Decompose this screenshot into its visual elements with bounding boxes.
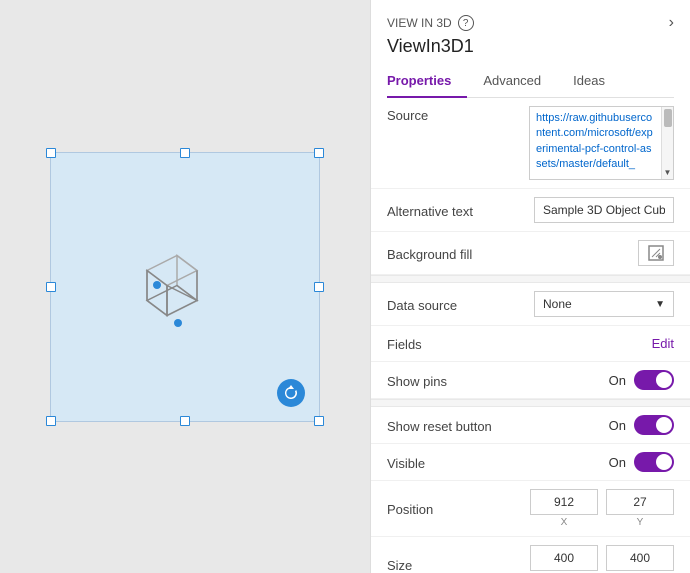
- scroll-down-arrow[interactable]: ▼: [664, 168, 672, 177]
- source-text[interactable]: https://raw.githubusercontent.com/micros…: [530, 107, 661, 179]
- cube-3d: [132, 245, 212, 328]
- show-pins-toggle[interactable]: [634, 370, 674, 390]
- show-pins-row: Show pins On: [371, 362, 690, 399]
- visible-label: Visible: [387, 454, 517, 471]
- dot-indicator-1: [153, 281, 161, 289]
- position-y-input[interactable]: [606, 489, 674, 515]
- source-value-container: https://raw.githubusercontent.com/micros…: [517, 106, 674, 180]
- help-icon[interactable]: ?: [458, 15, 474, 31]
- visible-value: On: [517, 452, 674, 472]
- background-fill-label: Background fill: [387, 245, 517, 262]
- source-row: Source https://raw.githubusercontent.com…: [371, 98, 690, 189]
- fields-value: Edit: [517, 336, 674, 351]
- visible-row: Visible On: [371, 444, 690, 481]
- size-width-group: Width: [530, 545, 598, 573]
- tab-advanced[interactable]: Advanced: [483, 67, 557, 98]
- show-pins-value: On: [517, 370, 674, 390]
- data-source-label: Data source: [387, 296, 517, 313]
- position-y-group: Y: [606, 489, 674, 528]
- visible-toggle-container: On: [609, 452, 674, 472]
- properties-content: Source https://raw.githubusercontent.com…: [371, 98, 690, 573]
- position-label: Position: [387, 500, 517, 517]
- show-pins-state: On: [609, 373, 626, 388]
- position-y-label: Y: [637, 517, 644, 528]
- background-fill-value: [517, 240, 674, 266]
- show-pins-label: Show pins: [387, 372, 517, 389]
- view-in-3d-label: VIEW IN 3D ?: [387, 15, 474, 31]
- show-reset-toggle[interactable]: [634, 415, 674, 435]
- fields-label: Fields: [387, 335, 517, 352]
- show-reset-label: Show reset button: [387, 417, 517, 434]
- tab-properties[interactable]: Properties: [387, 67, 467, 98]
- fields-row: Fields Edit: [371, 326, 690, 362]
- panel-header: VIEW IN 3D ? › ViewIn3D1 Properties Adva…: [371, 0, 690, 98]
- show-reset-row: Show reset button On: [371, 407, 690, 444]
- handle-bot-mid[interactable]: [180, 416, 190, 426]
- position-x-input[interactable]: [530, 489, 598, 515]
- chevron-right-icon[interactable]: ›: [669, 14, 674, 32]
- visible-state: On: [609, 455, 626, 470]
- view-in-3d-row: VIEW IN 3D ? ›: [387, 14, 674, 32]
- source-scrollbar[interactable]: ▼: [661, 107, 673, 179]
- handle-mid-left[interactable]: [46, 282, 56, 292]
- show-reset-value: On: [517, 415, 674, 435]
- size-height-input[interactable]: [606, 545, 674, 571]
- size-inputs: Width Height: [530, 545, 674, 573]
- fill-button[interactable]: [638, 240, 674, 266]
- handle-mid-right[interactable]: [314, 282, 324, 292]
- section-divider-2: [371, 399, 690, 407]
- canvas-area: [0, 0, 370, 573]
- handle-bot-right[interactable]: [314, 416, 324, 426]
- position-value: X Y: [517, 489, 674, 528]
- dropdown-arrow-icon: ▼: [655, 299, 665, 310]
- position-row: Position X Y: [371, 481, 690, 537]
- handle-top-right[interactable]: [314, 148, 324, 158]
- position-x-group: X: [530, 489, 598, 528]
- handle-bot-left[interactable]: [46, 416, 56, 426]
- source-label: Source: [387, 106, 517, 123]
- visible-toggle[interactable]: [634, 452, 674, 472]
- size-value: Width Height: [517, 545, 674, 573]
- show-reset-toggle-container: On: [609, 415, 674, 435]
- position-x-label: X: [561, 517, 568, 528]
- tab-ideas[interactable]: Ideas: [573, 67, 621, 98]
- alt-text-row: Alternative text: [371, 189, 690, 232]
- scrollbar-thumb: [664, 109, 672, 127]
- right-panel: VIEW IN 3D ? › ViewIn3D1 Properties Adva…: [370, 0, 690, 573]
- view-in-3d-text: VIEW IN 3D: [387, 16, 452, 30]
- show-pins-toggle-container: On: [609, 370, 674, 390]
- position-inputs: X Y: [530, 489, 674, 528]
- data-source-dropdown[interactable]: None ▼: [534, 291, 674, 317]
- handle-top-left[interactable]: [46, 148, 56, 158]
- fields-edit-link[interactable]: Edit: [652, 336, 674, 351]
- size-row: Size Width Height: [371, 537, 690, 573]
- rotate-handle[interactable]: [277, 379, 305, 407]
- handle-top-mid[interactable]: [180, 148, 190, 158]
- fill-icon: [647, 244, 665, 262]
- data-source-selected: None: [543, 297, 572, 311]
- data-source-value: None ▼: [517, 291, 674, 317]
- size-label: Size: [387, 556, 517, 573]
- size-height-group: Height: [606, 545, 674, 573]
- data-source-row: Data source None ▼: [371, 283, 690, 326]
- alt-text-label: Alternative text: [387, 202, 517, 219]
- tabs-bar: Properties Advanced Ideas: [387, 67, 674, 98]
- show-reset-state: On: [609, 418, 626, 433]
- section-divider-1: [371, 275, 690, 283]
- canvas-frame[interactable]: [50, 152, 320, 422]
- alt-text-input[interactable]: [534, 197, 674, 223]
- alt-text-value: [517, 197, 674, 223]
- background-fill-row: Background fill: [371, 232, 690, 275]
- component-title: ViewIn3D1: [387, 36, 674, 57]
- dot-indicator-2: [174, 319, 182, 327]
- size-width-input[interactable]: [530, 545, 598, 571]
